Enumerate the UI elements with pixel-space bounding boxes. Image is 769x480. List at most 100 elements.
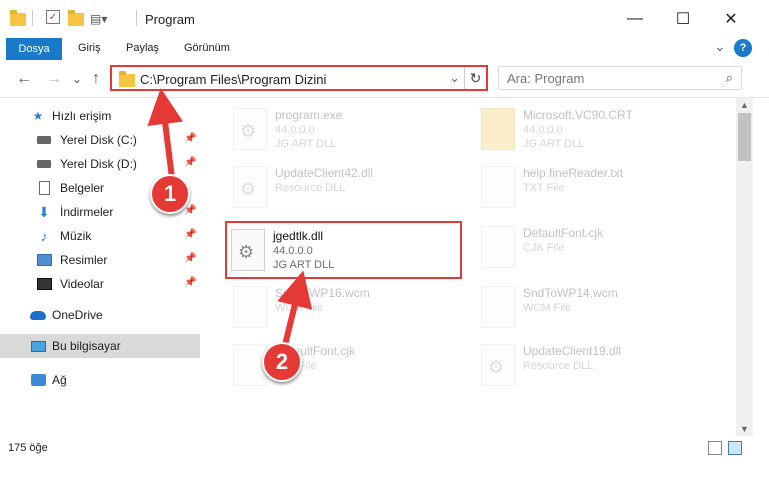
search-box[interactable]: Ara: Program ⌕ — [498, 66, 742, 90]
window-title: Program — [145, 12, 195, 27]
large-icons-view-icon[interactable] — [728, 441, 742, 455]
folder-icon — [481, 108, 515, 150]
pin-icon: 📌 — [184, 157, 197, 168]
star-icon: ★ — [32, 109, 44, 123]
documents-icon — [36, 181, 52, 195]
scrollbar-thumb[interactable] — [738, 113, 751, 161]
download-icon: ⬇ — [38, 203, 50, 220]
file-type: CJK File — [523, 242, 565, 254]
refresh-button[interactable]: ↻ — [464, 67, 486, 89]
pin-icon: 📌 — [184, 253, 197, 264]
address-path[interactable]: C:\Program Files\Program Dizini — [140, 72, 326, 87]
folder-icon — [119, 71, 135, 87]
tab-home[interactable]: Giriş — [78, 42, 101, 54]
file-type: TXT File — [523, 182, 565, 194]
file-name: UpdateClient42.dll — [275, 166, 374, 180]
drive-icon — [36, 133, 52, 147]
file-type: Resource DLL — [523, 360, 594, 372]
generic-file-icon — [233, 286, 267, 328]
navigation-pane: ★ Hızlı erişim Yerel Disk (C:) 📌 Yerel D… — [0, 98, 205, 436]
file-tile[interactable]: DefaultFont.cjk CJK File — [477, 220, 717, 278]
close-button[interactable]: ✕ — [716, 6, 746, 32]
file-name: program.exe — [275, 108, 343, 122]
dll-file-icon: ⚙ — [233, 166, 267, 208]
sidebar-item-label: OneDrive — [52, 308, 103, 322]
generic-file-icon — [481, 286, 515, 328]
file-name: UpdateClient19.dll — [523, 344, 622, 358]
text-file-icon — [481, 166, 515, 208]
sidebar-item-music[interactable]: ♪ Müzik 📌 — [0, 224, 200, 248]
sidebar-item-videos[interactable]: Videolar 📌 — [0, 272, 200, 296]
new-folder-icon[interactable] — [68, 9, 84, 28]
divider — [32, 10, 33, 26]
file-name: help.fineReader.txt — [523, 166, 624, 180]
scroll-up-icon[interactable]: ▲ — [740, 100, 749, 110]
pin-icon: 📌 — [184, 277, 197, 288]
file-tile[interactable]: ⚙ program.exe 44.0.0.0 JG ART DLL — [229, 102, 469, 160]
dll-file-icon: ⚙ — [231, 229, 265, 271]
sidebar-item-label: İndirmeler — [60, 205, 114, 219]
sidebar-item-label: Yerel Disk (C:) — [60, 133, 137, 147]
pin-icon: 📌 — [184, 229, 197, 240]
file-tile[interactable]: ⚙ UpdateClient42.dll Resource DLL — [229, 160, 469, 218]
ribbon-collapse-icon[interactable]: ⌄ — [714, 38, 726, 55]
help-icon[interactable]: ? — [734, 39, 752, 57]
navigation-bar: ← → ⌄ ↑ C:\Program Files\Program Dizini … — [0, 60, 769, 98]
search-icon[interactable]: ⌕ — [726, 70, 733, 86]
scroll-down-icon[interactable]: ▼ — [740, 424, 749, 434]
file-name: SndToWP14.wcm — [523, 286, 618, 300]
music-icon: ♪ — [40, 228, 48, 244]
sidebar-item-label: Yerel Disk (D:) — [60, 157, 137, 171]
vertical-scrollbar[interactable]: ▲ ▼ — [736, 98, 753, 436]
sidebar-item-label: Müzik — [60, 229, 92, 243]
file-name: jgedtlk.dll — [273, 229, 324, 243]
file-tile[interactable]: SndToWP14.wcm WCM File — [477, 280, 717, 338]
file-description: JG ART DLL — [523, 138, 585, 150]
tab-view[interactable]: Görünüm — [184, 42, 230, 54]
ribbon: Dosya Giriş Paylaş Görünüm ⌄ ? — [0, 38, 769, 60]
search-placeholder[interactable]: Ara: Program — [507, 71, 584, 86]
properties-icon[interactable]: ✓ — [46, 10, 60, 24]
sidebar-item-quick-access[interactable]: ★ Hızlı erişim — [0, 104, 200, 128]
sidebar-item-this-pc[interactable]: Bu bilgisayar — [0, 334, 200, 358]
file-version: 44.0.0.0 — [275, 124, 315, 136]
sidebar-item-drive-c[interactable]: Yerel Disk (C:) 📌 — [0, 128, 200, 152]
tab-file[interactable]: Dosya — [6, 38, 62, 60]
minimize-button[interactable]: — — [620, 6, 650, 32]
forward-button[interactable]: → — [46, 70, 62, 88]
sidebar-item-network[interactable]: Ağ — [0, 368, 200, 392]
step-1-callout: 1 — [150, 174, 190, 214]
file-name: Microsoft.VC90.CRT — [523, 108, 633, 122]
details-view-icon[interactable] — [708, 441, 722, 455]
pin-icon: 📌 — [184, 205, 197, 216]
recent-locations-icon[interactable]: ⌄ — [72, 72, 82, 86]
sidebar-item-onedrive[interactable]: OneDrive — [0, 303, 200, 327]
bottom-strip — [0, 460, 769, 480]
tab-share[interactable]: Paylaş — [126, 42, 159, 54]
maximize-button[interactable]: ☐ — [668, 6, 698, 32]
cloud-icon — [30, 308, 46, 322]
status-bar: 175 öğe — [0, 436, 769, 460]
customize-toolbar-icon[interactable]: ▤▾ — [90, 10, 107, 28]
file-version: 44.0.0.0 — [273, 245, 313, 257]
file-tile[interactable]: help.fineReader.txt TXT File — [477, 160, 717, 218]
address-dropdown-icon[interactable]: ⌄ — [449, 70, 460, 86]
sidebar-item-label: Bu bilgisayar — [52, 339, 121, 353]
file-tile[interactable]: ⚙ UpdateClient19.dll Resource DLL — [477, 338, 717, 396]
step-2-callout: 2 — [262, 342, 302, 382]
address-bar[interactable]: C:\Program Files\Program Dizini ⌄ ↻ — [110, 65, 488, 91]
sidebar-item-pictures[interactable]: Resimler 📌 — [0, 248, 200, 272]
sidebar-item-drive-d[interactable]: Yerel Disk (D:) 📌 — [0, 152, 200, 176]
up-button[interactable]: ↑ — [92, 70, 100, 88]
generic-file-icon — [481, 226, 515, 268]
divider — [136, 10, 137, 26]
file-type: WCM File — [275, 302, 324, 314]
back-button[interactable]: ← — [16, 70, 32, 88]
file-tile[interactable]: Microsoft.VC90.CRT 44.0.0.0 JG ART DLL — [477, 102, 717, 160]
file-tile-target[interactable]: ⚙ jgedtlk.dll 44.0.0.0 JG ART DLL — [225, 221, 462, 279]
file-name: SndToWP16.wcm — [275, 286, 370, 300]
file-tile[interactable]: SndToWP16.wcm WCM File — [229, 280, 469, 338]
dll-file-icon: ⚙ — [481, 344, 515, 386]
sidebar-item-label: Videolar — [60, 277, 104, 291]
drive-icon — [36, 157, 52, 171]
